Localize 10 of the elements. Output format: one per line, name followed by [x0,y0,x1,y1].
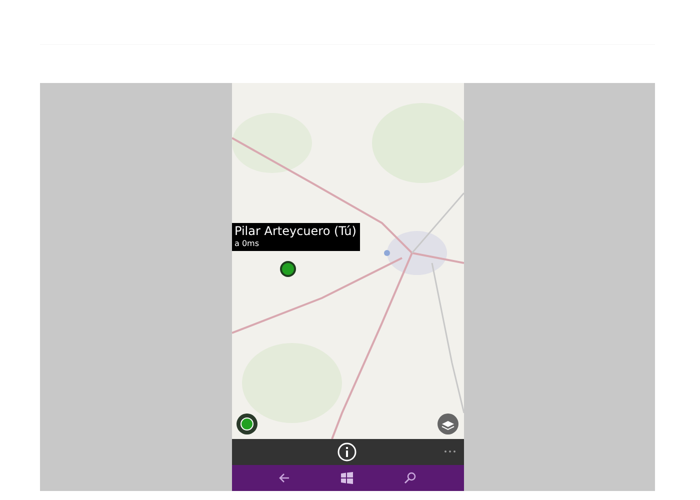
back-icon[interactable] [278,472,290,484]
search-icon[interactable] [404,472,416,484]
locate-button[interactable] [236,413,258,435]
location-pin-icon [278,260,296,278]
info-button[interactable] [336,442,356,462]
callout-title: Pilar Arteycuero (Tú) [234,225,356,239]
more-icon[interactable] [444,450,456,453]
callout-distance: a 0ms [234,238,260,248]
layers-button[interactable] [436,413,458,435]
windows-icon[interactable] [340,472,352,484]
